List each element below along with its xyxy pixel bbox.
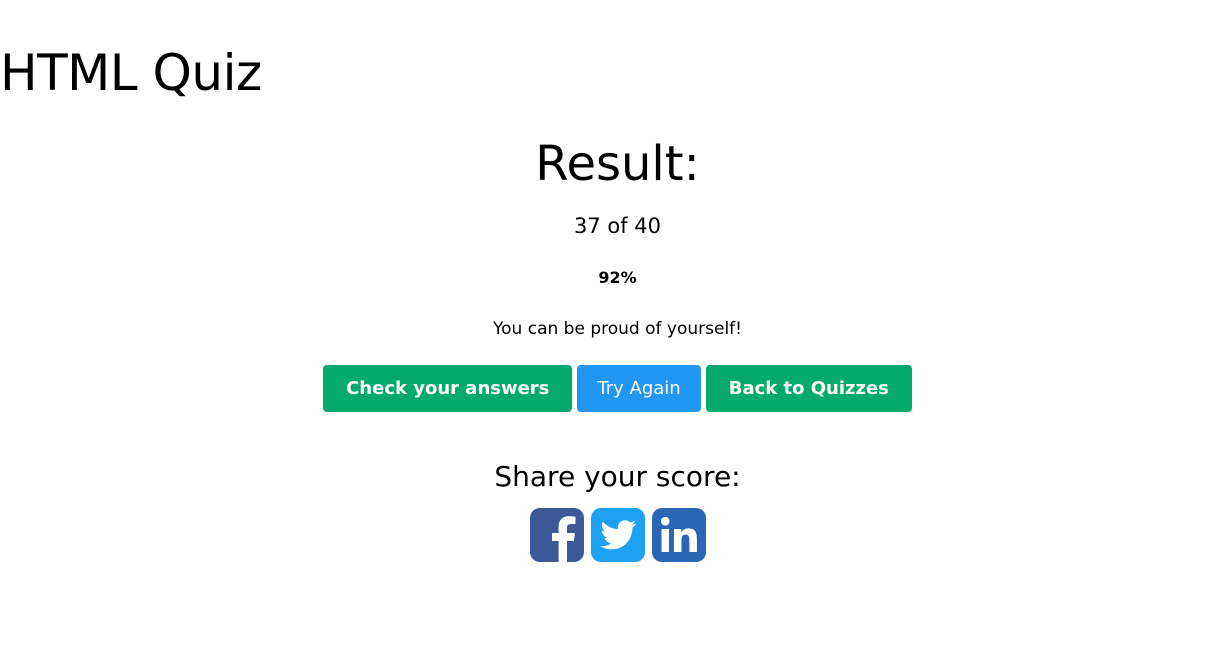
back-to-quizzes-button[interactable]: Back to Quizzes: [705, 365, 912, 412]
share-linkedin-link[interactable]: [651, 508, 706, 562]
share-heading: Share your score:: [494, 460, 741, 493]
percent-text: 92%: [598, 268, 637, 287]
share-twitter-link[interactable]: [590, 508, 645, 562]
result-message: You can be proud of yourself!: [493, 319, 742, 339]
twitter-icon: [590, 508, 645, 562]
linkedin-icon: [651, 508, 706, 562]
result-panel: Result: 37 of 40 92% You can be proud of…: [0, 132, 1222, 562]
page-title: HTML Quiz: [0, 44, 262, 102]
result-heading: Result:: [535, 136, 700, 192]
share-facebook-link[interactable]: [529, 508, 584, 562]
check-answers-button[interactable]: Check your answers: [323, 365, 573, 412]
share-icons: [0, 508, 1222, 562]
result-actions: Check your answers Try Again Back to Qui…: [0, 365, 1222, 412]
score-text: 37 of 40: [573, 214, 662, 238]
facebook-icon: [529, 508, 584, 562]
try-again-button[interactable]: Try Again: [577, 365, 701, 412]
